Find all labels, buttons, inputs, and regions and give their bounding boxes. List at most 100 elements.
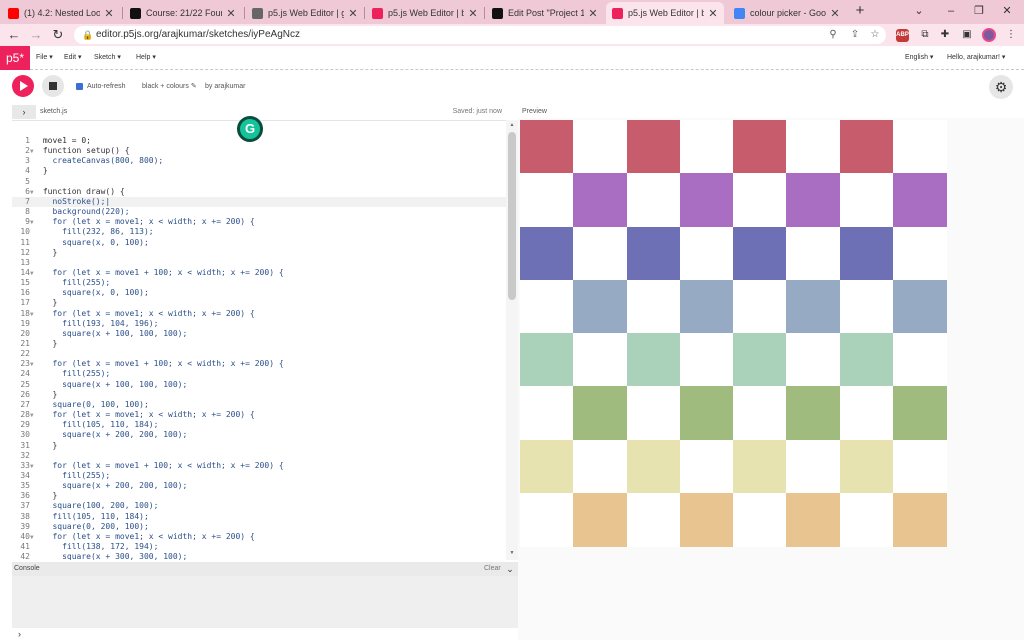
- line-number: 21: [20, 339, 30, 348]
- code-line[interactable]: 39 square(0, 200, 100);: [12, 522, 506, 532]
- code-line[interactable]: 36 }: [12, 491, 506, 501]
- menu-help[interactable]: Help ▾: [136, 52, 156, 64]
- sketch-canvas[interactable]: [520, 120, 947, 547]
- code-line[interactable]: 38 fill(105, 110, 184);: [12, 512, 506, 522]
- code-line[interactable]: 41 fill(138, 172, 194);: [12, 542, 506, 552]
- extension-icon[interactable]: ⧉: [918, 28, 932, 42]
- sidepanel-icon[interactable]: ▣: [960, 28, 974, 42]
- code-line[interactable]: 27 square(0, 100, 100);: [12, 400, 506, 410]
- code-line[interactable]: 2▼ function setup() {: [12, 146, 506, 156]
- code-line[interactable]: 11 square(x, 0, 100);: [12, 238, 506, 248]
- share-icon[interactable]: ⇪: [848, 28, 862, 42]
- browser-tab-3[interactable]: p5.js Web Editor | gam ✕: [246, 2, 364, 24]
- adblock-icon[interactable]: ABP: [896, 29, 909, 42]
- url-text[interactable]: editor.p5js.org/arajkumar/sketches/iyPeA…: [96, 29, 300, 41]
- code-line[interactable]: 6▼ function draw() {: [12, 187, 506, 197]
- close-tab-icon[interactable]: ✕: [348, 7, 358, 20]
- scroll-up-arrow-icon[interactable]: ▲: [508, 122, 516, 128]
- code-line[interactable]: 30 square(x + 200, 200, 100);: [12, 430, 506, 440]
- console-collapse-chevron-icon[interactable]: ⌄: [505, 562, 515, 576]
- code-line[interactable]: 20 square(x + 100, 100, 100);: [12, 329, 506, 339]
- code-line[interactable]: 31 }: [12, 441, 506, 451]
- browser-tab-4[interactable]: p5.js Web Editor | b + ✕: [366, 2, 484, 24]
- sketch-name[interactable]: black + colours ✎: [142, 82, 197, 92]
- browser-tab-6[interactable]: p5.js Web Editor | blac ✕: [606, 2, 724, 24]
- code-line[interactable]: 29 fill(105, 110, 184);: [12, 420, 506, 430]
- code-line[interactable]: 24 fill(255);: [12, 369, 506, 379]
- tab-search-icon[interactable]: ⌄: [912, 4, 926, 18]
- code-line[interactable]: 3 createCanvas(800, 800);: [12, 156, 506, 166]
- code-line[interactable]: 37 square(100, 200, 100);: [12, 501, 506, 511]
- close-tab-icon[interactable]: ✕: [708, 7, 718, 20]
- code-line[interactable]: 8 background(220);: [12, 207, 506, 217]
- close-window-icon[interactable]: ✕: [1000, 4, 1014, 18]
- stop-button[interactable]: [42, 75, 64, 97]
- browser-tab-7[interactable]: colour picker - Googl ✕: [728, 2, 846, 24]
- zoom-icon[interactable]: ⚲: [826, 28, 840, 42]
- user-menu[interactable]: Hello, arajkumar! ▾: [947, 52, 1005, 64]
- grammarly-icon[interactable]: G: [237, 116, 263, 142]
- close-tab-icon[interactable]: ✕: [226, 7, 236, 20]
- settings-gear-icon[interactable]: ⚙: [989, 75, 1013, 99]
- code-line[interactable]: 35 square(x + 200, 200, 100);: [12, 481, 506, 491]
- bookmark-star-icon[interactable]: ☆: [868, 28, 882, 42]
- auto-refresh-checkbox[interactable]: [76, 83, 83, 90]
- browser-tab-1[interactable]: (1) 4.2: Nested Loops ✕: [2, 2, 120, 24]
- new-tab-button[interactable]: +: [852, 3, 868, 19]
- menu-edit[interactable]: Edit ▾: [64, 52, 82, 64]
- code-line[interactable]: 34 fill(255);: [12, 471, 506, 481]
- profile-avatar[interactable]: [982, 28, 996, 42]
- code-line[interactable]: 4 }: [12, 166, 506, 176]
- close-tab-icon[interactable]: ✕: [588, 7, 598, 20]
- language-menu[interactable]: English ▾: [905, 52, 933, 64]
- code-line[interactable]: 9▼ for (let x = move1; x < width; x += 2…: [12, 217, 506, 227]
- code-line[interactable]: 14▼ for (let x = move1 + 100; x < width;…: [12, 268, 506, 278]
- code-line[interactable]: 7 noStroke();|: [12, 196, 506, 207]
- code-editor[interactable]: 1 move1 = 0; 2▼ function setup() {3 creat…: [12, 120, 518, 560]
- back-arrow-icon[interactable]: ←: [6, 27, 22, 43]
- code-line[interactable]: 33▼ for (let x = move1 + 100; x < width;…: [12, 461, 506, 471]
- p5-logo[interactable]: p5*: [0, 46, 30, 70]
- puzzle-icon[interactable]: ✚: [938, 28, 952, 42]
- code-line[interactable]: 26 }: [12, 390, 506, 400]
- play-button[interactable]: [12, 75, 34, 97]
- editor-scrollbar-thumb[interactable]: [508, 132, 516, 300]
- code-text: square(0, 200, 100);: [38, 521, 149, 531]
- menu-file[interactable]: File ▾: [36, 52, 53, 64]
- restore-icon[interactable]: ❐: [972, 4, 986, 18]
- code-line[interactable]: 40▼ for (let x = move1; x < width; x += …: [12, 532, 506, 542]
- code-line[interactable]: 28▼ for (let x = move1; x < width; x += …: [12, 410, 506, 420]
- scroll-down-arrow-icon[interactable]: ▼: [508, 550, 516, 556]
- code-line[interactable]: 42 square(x + 300, 300, 100);: [12, 552, 506, 560]
- code-line[interactable]: 18▼ for (let x = move1; x < width; x += …: [12, 309, 506, 319]
- file-name[interactable]: sketch.js: [40, 107, 67, 117]
- console-clear-button[interactable]: Clear: [484, 564, 501, 574]
- code-line[interactable]: 17 }: [12, 298, 506, 308]
- console-prompt-icon[interactable]: ›: [18, 628, 21, 640]
- minimize-icon[interactable]: –: [944, 4, 958, 18]
- browser-tab-2[interactable]: Course: 21/22 Founda ✕: [124, 2, 242, 24]
- code-line[interactable]: 25 square(x + 100, 100, 100);: [12, 380, 506, 390]
- browser-tab-5[interactable]: Edit Post "Project 1 | P ✕: [486, 2, 604, 24]
- code-line[interactable]: 19 fill(193, 104, 196);: [12, 319, 506, 329]
- browser-menu-icon[interactable]: ⋮: [1004, 28, 1018, 42]
- code-line[interactable]: 15 fill(255);: [12, 278, 506, 288]
- close-tab-icon[interactable]: ✕: [468, 7, 478, 20]
- code-line[interactable]: 16 square(x, 0, 100);: [12, 288, 506, 298]
- omnibox[interactable]: 🔒 editor.p5js.org/arajkumar/sketches/iyP…: [74, 26, 886, 44]
- close-tab-icon[interactable]: ✕: [104, 7, 114, 20]
- code-line[interactable]: 21 }: [12, 339, 506, 349]
- close-tab-icon[interactable]: ✕: [830, 7, 840, 20]
- code-line[interactable]: 5: [12, 177, 506, 187]
- toggle-files-chevron-icon[interactable]: ›: [12, 105, 36, 119]
- line-number: 11: [20, 237, 30, 247]
- forward-arrow-icon[interactable]: →: [28, 27, 44, 43]
- reload-icon[interactable]: ↻: [50, 27, 66, 43]
- code-line[interactable]: 32: [12, 451, 506, 461]
- code-line[interactable]: 10 fill(232, 86, 113);: [12, 227, 506, 237]
- code-line[interactable]: 13: [12, 258, 506, 268]
- code-line[interactable]: 22: [12, 349, 506, 359]
- menu-sketch[interactable]: Sketch ▾: [94, 52, 121, 64]
- code-line[interactable]: 12 }: [12, 248, 506, 258]
- code-line[interactable]: 23▼ for (let x = move1 + 100; x < width;…: [12, 359, 506, 369]
